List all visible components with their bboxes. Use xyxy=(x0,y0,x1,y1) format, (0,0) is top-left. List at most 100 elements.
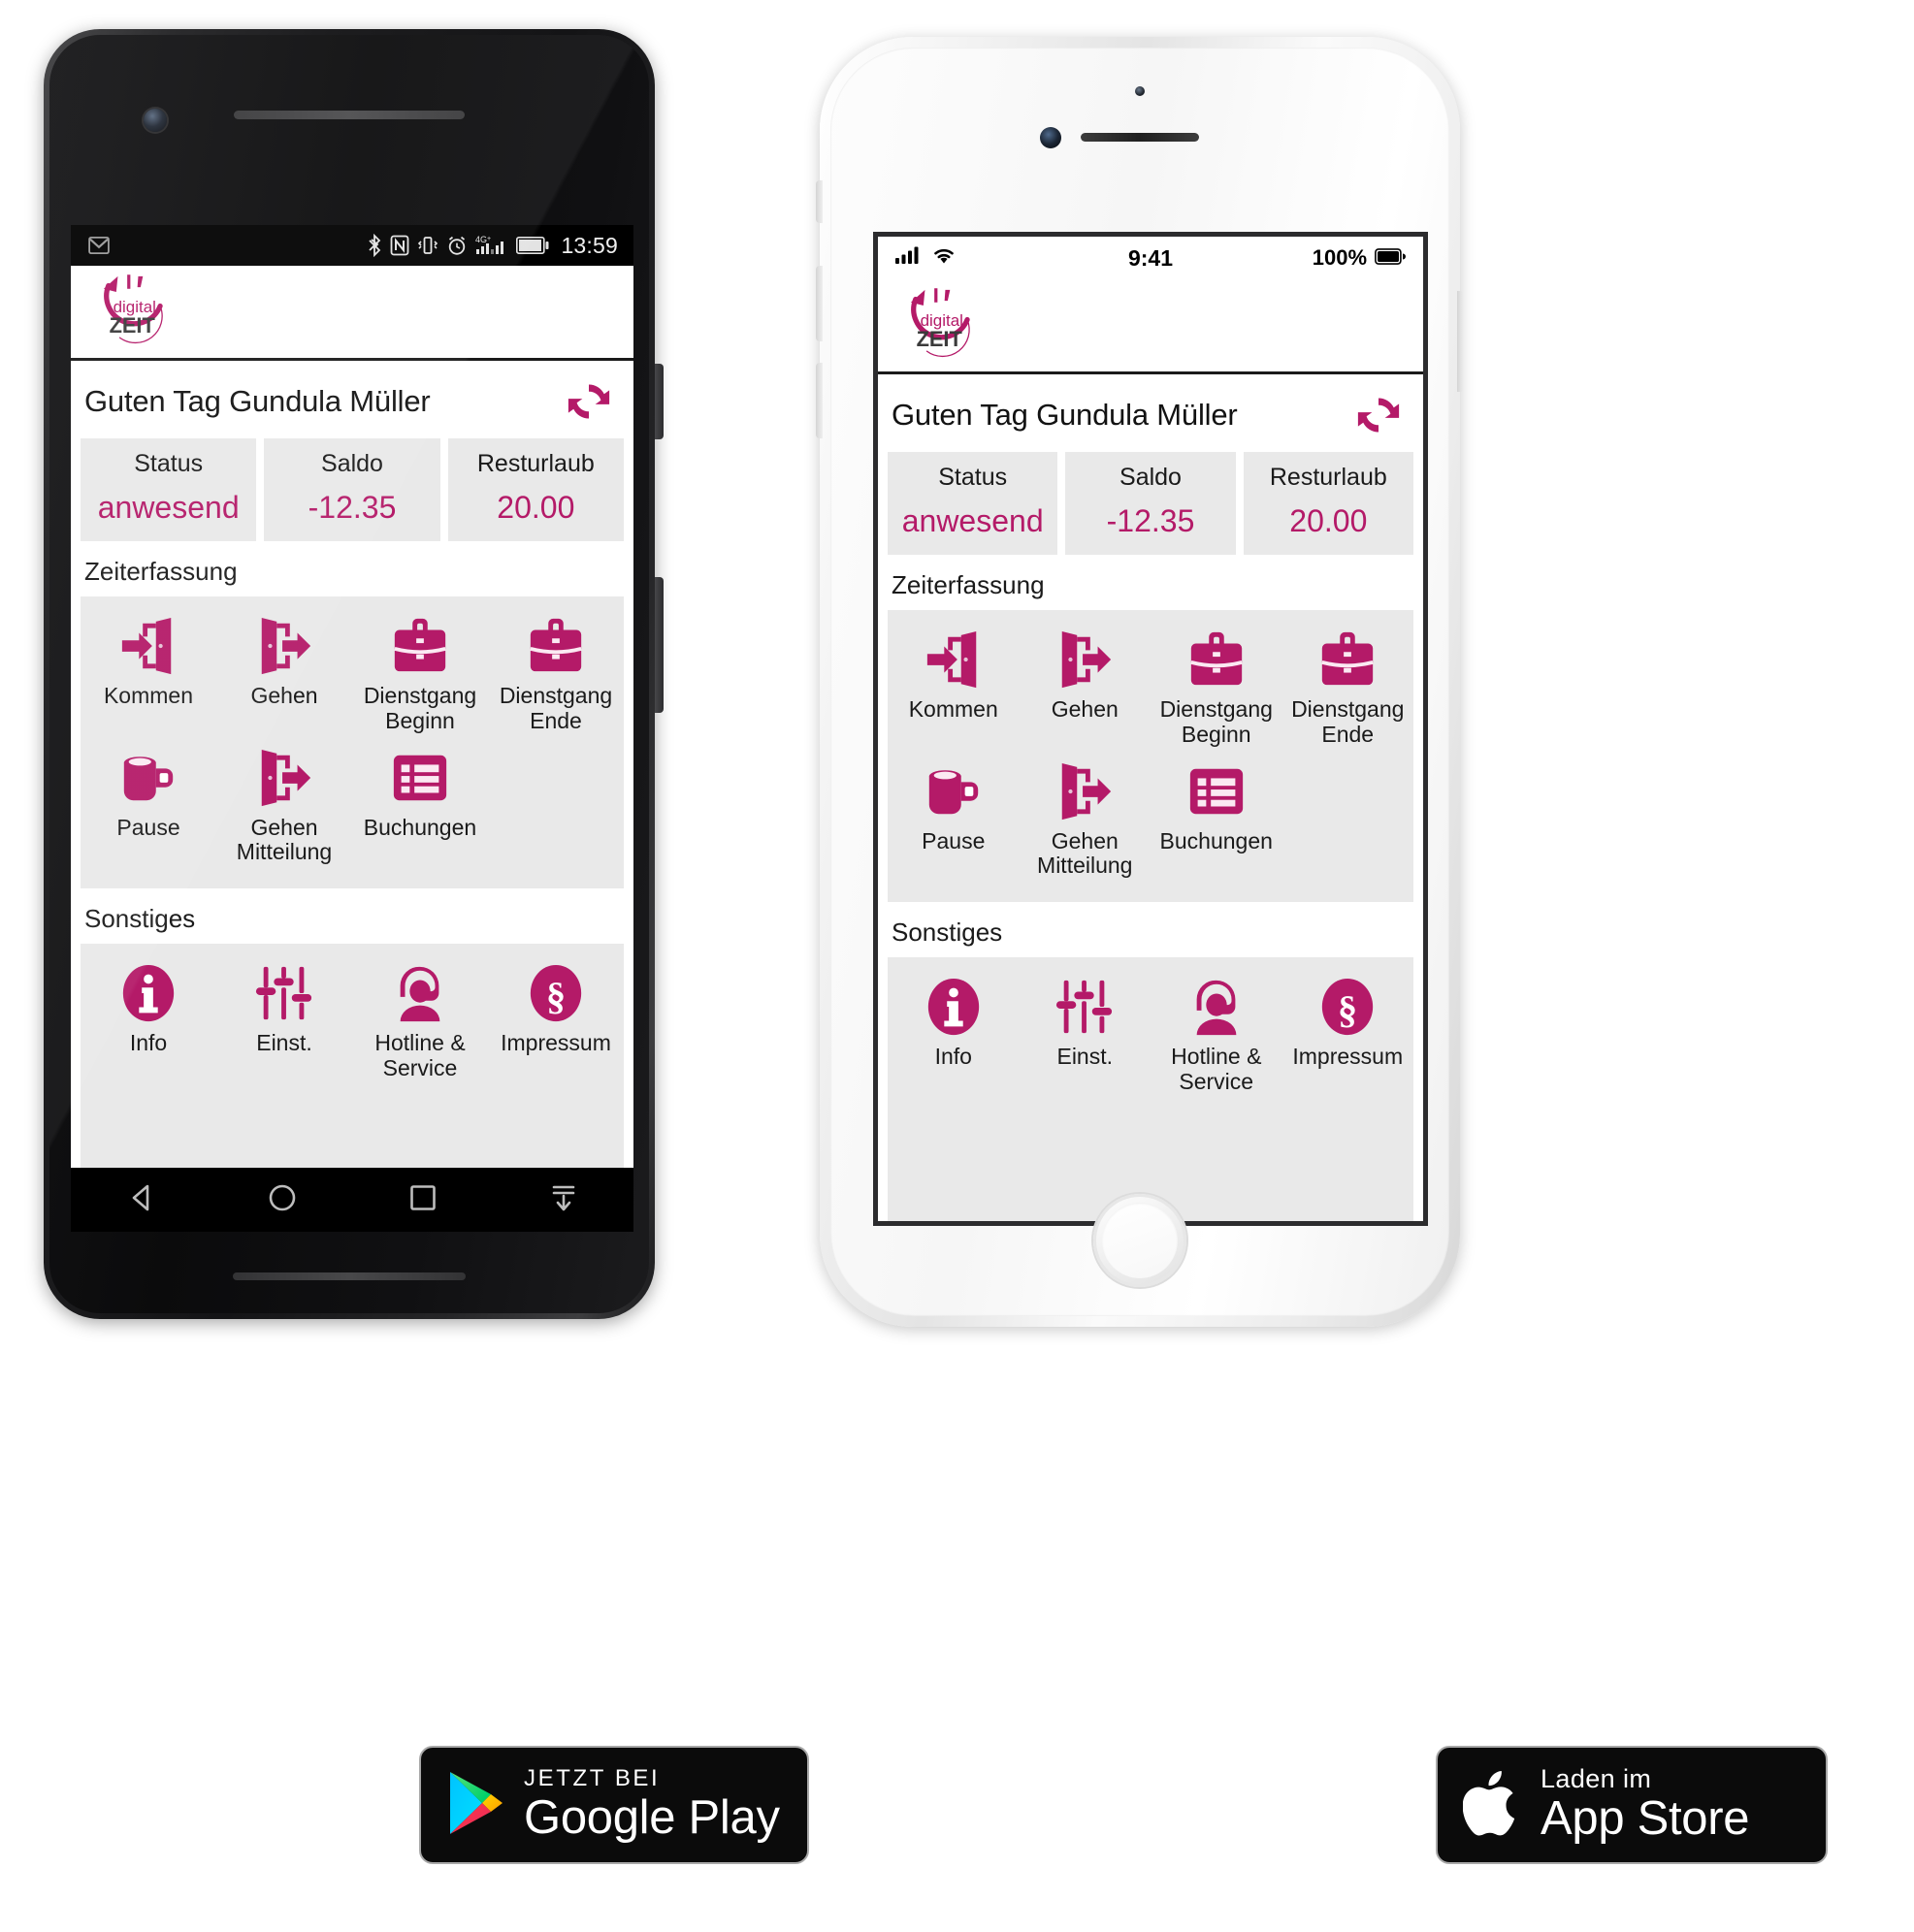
status-card[interactable]: Status anwesend xyxy=(81,438,257,541)
hide-navbar-icon[interactable] xyxy=(547,1181,580,1219)
action-einstellungen[interactable]: Einst. xyxy=(216,955,352,1087)
card-label: Saldo xyxy=(1119,464,1182,491)
app-logo-bar: digital ZEIT xyxy=(878,279,1423,374)
card-value: anwesend xyxy=(97,490,240,525)
volume-up-button[interactable] xyxy=(816,266,823,341)
volume-button[interactable] xyxy=(655,364,664,439)
card-label: Status xyxy=(938,464,1008,491)
greeting-text: Guten Tag Gundula Müller xyxy=(892,398,1238,432)
status-bar-system-icons: 4G + 13:59 xyxy=(367,233,618,259)
app-content-android: digital ZEIT Guten Tag Gundula Müller St… xyxy=(71,266,633,1168)
battery-icon xyxy=(1375,245,1407,271)
briefcase-icon xyxy=(1321,631,1374,686)
action-label: Pause xyxy=(922,827,986,853)
sonstiges-panel: Info Einst. Hotline & Service § Impressu… xyxy=(888,957,1413,1118)
action-label: Buchungen xyxy=(363,814,477,840)
action-buchungen[interactable]: Buchungen xyxy=(1151,754,1282,886)
svg-text:+: + xyxy=(487,236,491,242)
action-impressum[interactable]: § Impressum xyxy=(488,955,624,1087)
power-button[interactable] xyxy=(655,577,664,713)
panel-filler xyxy=(81,1104,624,1168)
action-label: Einst. xyxy=(1056,1044,1114,1069)
action-gehen-mitteilung[interactable]: Gehen Mitteilung xyxy=(1020,754,1152,886)
google-play-badge[interactable]: JETZT BEI Google Play xyxy=(419,1746,809,1864)
grid-row: Pause Gehen Mitteilung Buchungen xyxy=(888,754,1413,886)
coffee-mug-icon xyxy=(928,769,978,814)
refresh-icon[interactable] xyxy=(1351,388,1406,442)
action-dienstgang-beginn[interactable]: Dienstgang Beginn xyxy=(1151,622,1282,754)
battery-icon xyxy=(516,237,549,254)
nfc-icon xyxy=(390,235,409,256)
action-label: Info xyxy=(129,1030,168,1055)
action-label: Dienstgang Beginn xyxy=(1159,696,1273,747)
card-label: Resturlaub xyxy=(476,450,595,477)
resturlaub-card[interactable]: Resturlaub 20.00 xyxy=(1243,452,1413,555)
back-icon[interactable] xyxy=(125,1181,158,1219)
action-label: Dienstgang Ende xyxy=(499,683,613,733)
action-gehen[interactable]: Gehen xyxy=(216,608,352,740)
door-exit-icon xyxy=(1062,762,1112,820)
paragraph-circle-icon: § xyxy=(1322,978,1374,1036)
front-camera xyxy=(144,109,167,132)
card-value: 20.00 xyxy=(497,490,575,525)
info-circle-icon xyxy=(122,964,175,1022)
signal-4g-icon: 4G + xyxy=(475,234,508,257)
action-pause[interactable]: Pause xyxy=(888,754,1020,886)
action-label: Gehen Mitteilung xyxy=(236,814,333,865)
action-kommen[interactable]: Kommen xyxy=(888,622,1020,754)
sonstiges-panel: Info Einst. Hotline & Service § Impressu… xyxy=(81,944,624,1105)
saldo-card[interactable]: Saldo -12.35 xyxy=(264,438,440,541)
silent-switch[interactable] xyxy=(816,180,823,223)
status-card[interactable]: Status anwesend xyxy=(888,452,1058,555)
ios-status-bar: 9:41 100% xyxy=(878,237,1423,279)
app-store-badge[interactable]: Laden im App Store xyxy=(1436,1746,1828,1864)
iphone-screen: 9:41 100% digital ZEIT Guten Tag Gundula… xyxy=(873,232,1428,1226)
action-dienstgang-beginn[interactable]: Dienstgang Beginn xyxy=(352,608,488,740)
paragraph-circle-icon: § xyxy=(530,964,582,1022)
action-dienstgang-ende[interactable]: Dienstgang Ende xyxy=(1282,622,1414,754)
volume-down-button[interactable] xyxy=(816,363,823,438)
recents-icon[interactable] xyxy=(406,1181,439,1219)
action-kommen[interactable]: Kommen xyxy=(81,608,216,740)
home-icon[interactable] xyxy=(266,1181,299,1219)
android-clock: 13:59 xyxy=(561,232,618,258)
action-label: Impressum xyxy=(1292,1044,1404,1069)
greeting-text: Guten Tag Gundula Müller xyxy=(84,384,431,418)
badge-subtitle: JETZT BEI xyxy=(524,1765,661,1792)
action-info[interactable]: Info xyxy=(81,955,216,1087)
action-hotline-service[interactable]: Hotline & Service xyxy=(1151,969,1282,1101)
grid-cell-empty xyxy=(1282,754,1414,886)
svg-text:§: § xyxy=(1338,987,1357,1031)
action-hotline-service[interactable]: Hotline & Service xyxy=(352,955,488,1087)
apple-icon xyxy=(1462,1767,1523,1844)
action-dienstgang-ende[interactable]: Dienstgang Ende xyxy=(488,608,624,740)
door-exit-icon xyxy=(1062,630,1112,689)
home-button[interactable] xyxy=(1093,1194,1186,1287)
saldo-card[interactable]: Saldo -12.35 xyxy=(1065,452,1236,555)
action-info[interactable]: Info xyxy=(888,969,1020,1101)
card-label: Status xyxy=(134,450,204,477)
action-gehen-mitteilung[interactable]: Gehen Mitteilung xyxy=(216,740,352,872)
action-einstellungen[interactable]: Einst. xyxy=(1020,969,1152,1101)
action-buchungen[interactable]: Buchungen xyxy=(352,740,488,872)
refresh-icon[interactable] xyxy=(562,374,616,429)
iphone-body: 9:41 100% digital ZEIT Guten Tag Gundula… xyxy=(830,48,1449,1316)
android-screen: 4G + 13:59 digital ZEIT Guten Tag Gundul… xyxy=(71,225,633,1168)
vibrate-icon xyxy=(417,235,438,256)
section-title-sonstiges: Sonstiges xyxy=(84,904,196,933)
briefcase-icon xyxy=(530,618,582,672)
ios-clock: 9:41 xyxy=(1127,244,1174,271)
power-button[interactable] xyxy=(1457,291,1464,392)
action-pause[interactable]: Pause xyxy=(81,740,216,872)
action-label: Dienstgang Beginn xyxy=(363,683,477,733)
card-value: 20.00 xyxy=(1289,503,1368,538)
sliders-icon xyxy=(1056,980,1113,1034)
signal-bars-icon xyxy=(895,245,922,271)
action-gehen[interactable]: Gehen xyxy=(1020,622,1152,754)
action-impressum[interactable]: § Impressum xyxy=(1282,969,1414,1101)
grid-row: Pause Gehen Mitteilung Buchungen xyxy=(81,740,624,872)
action-label: Info xyxy=(934,1044,972,1069)
action-label: Dienstgang Ende xyxy=(1291,696,1405,747)
svg-text:ZEIT: ZEIT xyxy=(110,313,156,338)
resturlaub-card[interactable]: Resturlaub 20.00 xyxy=(447,438,624,541)
